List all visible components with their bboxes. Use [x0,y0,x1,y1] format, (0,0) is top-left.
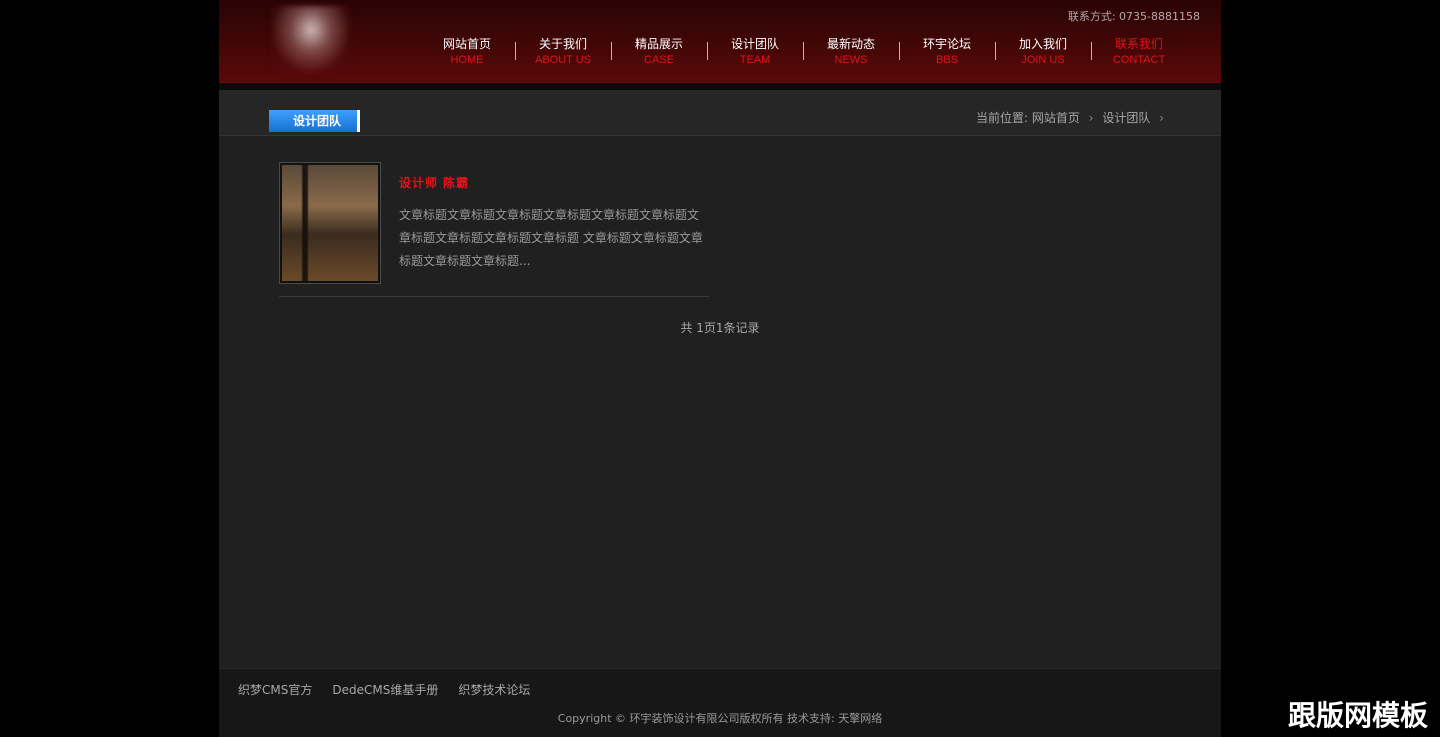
section-title-bar: 设计团队 当前位置: 网站首页 › 设计团队 › [219,90,1221,136]
nav-item-join[interactable]: 加入我们 JOIN US [995,36,1091,70]
list-item: 设计师 陈霸 文章标题文章标题文章标题文章标题文章标题文章标题文章标题文章标题文… [279,162,709,297]
chevron-right-icon: › [1088,111,1094,125]
chevron-right-icon: › [1159,111,1164,125]
footer-link[interactable]: DedeCMS维基手册 [332,681,438,698]
nav-label-en: TEAM [739,54,771,66]
nav-item-bbs[interactable]: 环宇论坛 BBS [899,36,995,70]
designer-description: 文章标题文章标题文章标题文章标题文章标题文章标题文章标题文章标题文章标题文章标题… [399,208,703,268]
main-content: 设计师 陈霸 文章标题文章标题文章标题文章标题文章标题文章标题文章标题文章标题文… [219,136,1221,668]
section-tab-label: 设计团队 [293,114,342,128]
nav-label-en: CASE [644,54,674,66]
nav-label-en: JOIN US [1021,54,1065,66]
site-header: 联系方式: 0735-8881158 网站首页 HOME 关于我们 ABOUT … [219,0,1221,83]
designer-photo-image [282,165,378,281]
page: 联系方式: 0735-8881158 网站首页 HOME 关于我们 ABOUT … [219,0,1221,737]
nav-label-en: BBS [935,54,958,66]
watermark-text: 跟版网模板 [1287,699,1428,732]
breadcrumb-link-home[interactable]: 网站首页 [1032,111,1080,125]
nav-label-en: ABOUT US [534,54,592,66]
nav-label-cn: 加入我们 [1018,37,1067,51]
nav-item-news[interactable]: 最新动态 NEWS [803,36,899,70]
nav-item-contact[interactable]: 联系我们 CONTACT [1091,36,1187,70]
nav-item-team[interactable]: 设计团队 TEAM [707,36,803,70]
nav-label-en: HOME [450,54,484,66]
header-divider [219,83,1221,90]
copyright-text: Copyright © 环宇装饰设计有限公司版权所有 技术支持: 天擎网络 [557,712,883,725]
section-tab: 设计团队 [269,110,360,132]
nav-item-home[interactable]: 网站首页 HOME [419,36,515,70]
footer-links: 织梦CMS官方 DedeCMS维基手册 织梦技术论坛 [238,681,530,698]
designer-photo[interactable] [279,162,381,284]
nav-label-en: NEWS [834,54,868,66]
nav-label-cn: 网站首页 [442,37,491,51]
breadcrumb-link-team[interactable]: 设计团队 [1102,111,1150,125]
main-nav: 网站首页 HOME 关于我们 ABOUT US 精品展示 CASE 设计团队 T… [419,36,1187,70]
site-logo[interactable] [271,6,351,74]
footer-link[interactable]: 织梦技术论坛 [458,681,530,698]
breadcrumb-prefix: 当前位置: [975,111,1029,125]
contact-info: 联系方式: 0735-8881158 [1067,10,1200,23]
nav-item-about[interactable]: 关于我们 ABOUT US [515,36,611,70]
nav-label-en: CONTACT [1112,54,1166,66]
nav-label-cn: 联系我们 [1114,37,1163,51]
breadcrumb: 当前位置: 网站首页 › 设计团队 › [976,109,1169,126]
nav-label-cn: 环宇论坛 [922,37,971,51]
footer-link[interactable]: 织梦CMS官方 [238,681,312,698]
site-footer: 织梦CMS官方 DedeCMS维基手册 织梦技术论坛 Copyright © 环… [219,668,1221,737]
nav-label-cn: 最新动态 [826,37,875,51]
nav-label-cn: 设计团队 [730,37,779,51]
pagination-info: 共 1页1条记录 [680,321,760,335]
nav-item-case[interactable]: 精品展示 CASE [611,36,707,70]
nav-label-cn: 精品展示 [634,37,683,51]
designer-title-link[interactable]: 设计师 陈霸 [399,174,469,191]
nav-label-cn: 关于我们 [538,37,587,51]
